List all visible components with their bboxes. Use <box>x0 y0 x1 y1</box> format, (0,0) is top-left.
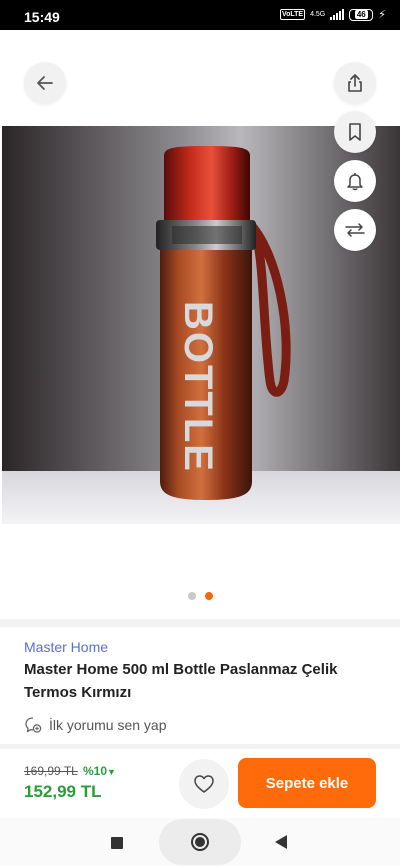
favorite-button[interactable] <box>179 759 229 809</box>
bell-icon <box>347 173 363 191</box>
review-prompt[interactable]: İlk yorumu sen yap <box>24 716 167 734</box>
system-nav-bar <box>0 818 400 866</box>
add-to-cart-button[interactable]: Sepete ekle <box>238 758 376 808</box>
discount-value: %10 <box>83 764 108 778</box>
bookmark-icon <box>349 123 361 141</box>
section-divider <box>0 744 400 749</box>
current-price: 152,99 TL <box>24 782 102 801</box>
review-prompt-text: İlk yorumu sen yap <box>49 717 167 733</box>
brand-link[interactable]: Master Home <box>24 639 108 655</box>
pagination-dot-active[interactable] <box>204 592 213 600</box>
product-title: Master Home 500 ml Bottle Paslanmaz Çeli… <box>24 661 338 701</box>
status-time: 15:49 <box>24 9 60 25</box>
bookmark-button[interactable] <box>334 111 376 153</box>
down-arrow-icon: ▼ <box>107 767 116 777</box>
heart-icon <box>194 775 214 793</box>
back-button[interactable] <box>24 62 66 104</box>
charging-icon: ⚡ <box>378 9 386 21</box>
share-icon <box>348 74 362 92</box>
system-back-button[interactable] <box>275 835 287 849</box>
old-price: 169,99 TL <box>24 764 78 778</box>
home-button[interactable] <box>159 819 241 865</box>
battery-icon: 46 <box>349 8 374 21</box>
compare-icon <box>345 223 365 237</box>
bottle-label-text: BOTTLE <box>176 301 220 473</box>
battery-level: 46 <box>354 10 368 19</box>
home-icon <box>191 833 209 851</box>
status-bar: 15:49 VoLTE 4.5G 46 ⚡ <box>0 0 400 30</box>
recents-button[interactable] <box>111 837 123 849</box>
network-type: 4.5G <box>310 11 326 18</box>
price-alert-button[interactable] <box>334 160 376 202</box>
signal-icon <box>330 9 345 20</box>
section-divider <box>0 619 400 627</box>
volte-indicator: VoLTE <box>279 9 306 20</box>
compare-button[interactable] <box>334 209 376 251</box>
discount-badge: %10▼ <box>83 764 116 778</box>
share-button[interactable] <box>334 62 376 104</box>
status-indicators: VoLTE 4.5G 46 ⚡ <box>279 8 386 21</box>
back-arrow-icon <box>37 76 53 90</box>
add-review-icon <box>25 717 42 733</box>
pagination-dot[interactable] <box>187 592 196 600</box>
gallery-pagination <box>0 592 400 600</box>
